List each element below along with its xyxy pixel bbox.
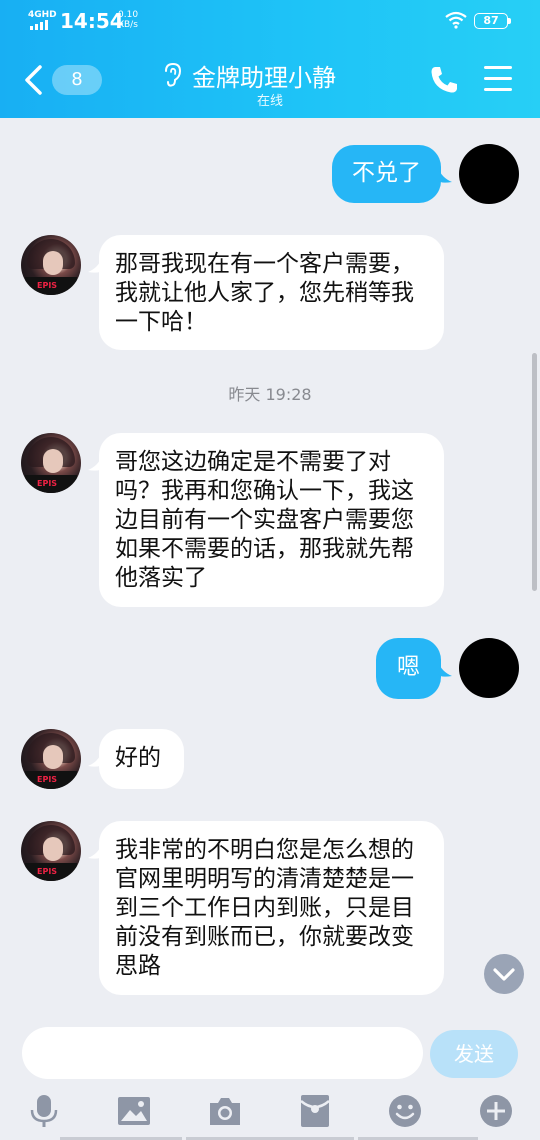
clock: 14:54 — [60, 9, 124, 33]
my-avatar[interactable] — [459, 144, 519, 204]
image-icon[interactable] — [116, 1093, 152, 1129]
input-toolbar — [0, 1083, 540, 1140]
message-list[interactable]: 不兑了 EPIS 那哥我现在有一个客户需要，我就让他人家了，您先稍等我一下哈！ … — [0, 118, 540, 1023]
send-button[interactable]: 发送 — [430, 1030, 518, 1078]
contact-avatar[interactable]: EPIS — [21, 821, 81, 881]
timestamp-divider: 昨天 19:28 — [228, 385, 312, 404]
message-input[interactable] — [22, 1027, 423, 1079]
chevron-down-icon — [493, 968, 515, 981]
back-button[interactable]: 8 — [20, 60, 102, 100]
emoji-icon[interactable] — [387, 1093, 423, 1129]
back-chevron-icon — [25, 65, 42, 95]
bubble-tail — [438, 662, 452, 677]
chat-header: 4GHD 14:54 0.10 KB/s 87 8 金牌助理小静 在线 — [0, 0, 540, 118]
contact-avatar[interactable]: EPIS — [21, 433, 81, 493]
bubble-tail — [438, 168, 452, 183]
scroll-to-bottom-button[interactable] — [484, 954, 524, 994]
battery-icon: 87 — [474, 13, 508, 29]
incoming-message[interactable]: 哥您这边确定是不需要了对吗？我再和您确认一下，我这边目前有一个实盘客户需要您如果… — [99, 433, 444, 607]
my-avatar[interactable] — [459, 638, 519, 698]
scrollbar[interactable] — [532, 353, 537, 591]
speed-value: 0.10 — [118, 10, 139, 20]
contact-avatar[interactable]: EPIS — [21, 235, 81, 295]
network-speed: 0.10 KB/s — [118, 10, 138, 30]
status-bar: 4GHD 14:54 0.10 KB/s 87 — [0, 0, 540, 40]
chat-title: 金牌助理小静 — [192, 64, 336, 92]
unread-count-badge: 8 — [52, 65, 102, 95]
signal-icon — [30, 20, 50, 30]
online-status: 在线 — [256, 94, 283, 109]
plus-icon[interactable] — [478, 1093, 514, 1129]
incoming-message[interactable]: 那哥我现在有一个客户需要，我就让他人家了，您先稍等我一下哈！ — [99, 235, 444, 350]
microphone-icon[interactable] — [26, 1093, 62, 1129]
speed-unit: KB/s — [118, 20, 138, 30]
network-type: 4GHD — [28, 10, 57, 20]
incoming-message[interactable]: 好的 — [99, 729, 184, 789]
contact-info[interactable]: 金牌助理小静 在线 — [130, 56, 410, 109]
menu-icon[interactable] — [484, 66, 512, 92]
ear-icon — [165, 62, 182, 87]
outgoing-message[interactable]: 嗯 — [376, 638, 441, 699]
outgoing-message[interactable]: 不兑了 — [332, 145, 441, 203]
incoming-message[interactable]: 我非常的不明白您是怎么想的 官网里明明写的清清楚楚是一到三个工作日内到账，只是目… — [99, 821, 444, 995]
contact-avatar[interactable]: EPIS — [21, 729, 81, 789]
wifi-icon — [445, 11, 467, 29]
composer: 发送 — [0, 1023, 540, 1083]
red-packet-icon[interactable] — [297, 1093, 333, 1129]
phone-icon[interactable] — [428, 64, 460, 96]
battery-tip — [508, 18, 511, 24]
camera-icon[interactable] — [207, 1093, 243, 1129]
